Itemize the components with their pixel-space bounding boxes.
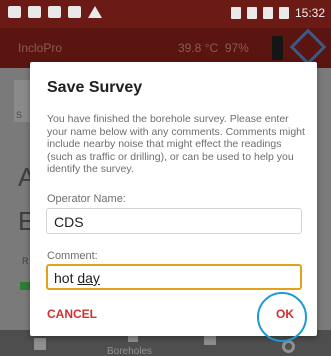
notification-icons (8, 6, 102, 18)
dialog-title: Save Survey (47, 79, 143, 96)
battery-level-icon (272, 36, 283, 60)
background-label: S (16, 110, 23, 120)
background-small-label: R (22, 256, 29, 266)
logo-icon (289, 28, 327, 66)
bluetooth-icon (246, 7, 257, 19)
signal-icon (262, 7, 273, 19)
highlight-circle (257, 292, 307, 342)
nfc-icon (230, 7, 241, 19)
status-indicator (20, 282, 30, 290)
battery-icon (278, 7, 289, 19)
clock: 15:32 (294, 6, 325, 20)
warning-icon (88, 6, 102, 18)
dialog-message: You have finished the borehole survey. P… (47, 113, 305, 175)
operator-name-label: Operator Name: (47, 193, 126, 205)
cast-icon (8, 6, 21, 18)
system-icons: 15:32 (230, 6, 325, 20)
cancel-button[interactable]: CANCEL (47, 307, 97, 321)
app-title: IncloPro (18, 41, 63, 55)
comment-label: Comment: (47, 250, 98, 262)
comment-text-composing: day (77, 270, 100, 286)
wifi-icon (48, 6, 61, 18)
image-icon (68, 6, 81, 18)
comment-text: hot (54, 270, 74, 286)
nav-boreholes-label[interactable]: Boreholes (107, 346, 152, 356)
settings-gear-icon[interactable] (282, 340, 295, 353)
operator-name-input[interactable]: CDS (46, 208, 302, 234)
comment-input[interactable]: hot day (46, 264, 302, 290)
mail-icon (28, 6, 41, 18)
home-icon[interactable] (34, 338, 46, 350)
status-bar: 15:32 (0, 0, 331, 28)
temperature-readout: 39.8 °C 97% (178, 41, 249, 55)
